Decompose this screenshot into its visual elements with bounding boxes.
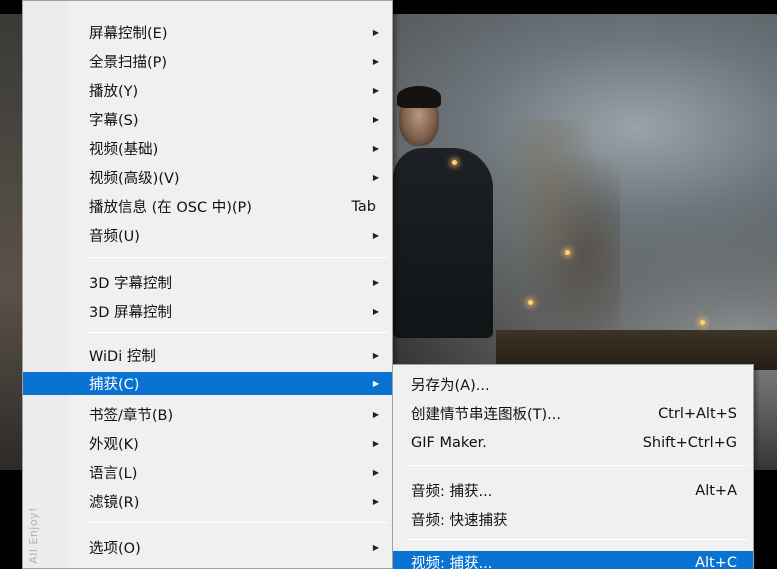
menu-item-pan-scan[interactable]: 全景扫描(P) ▶ [23,50,392,73]
submenu-item-gif-maker[interactable]: GIF Maker. Shift+Ctrl+G [393,431,753,454]
menu-item-shortcut: Alt+C [695,554,737,569]
menu-item-label: 3D 屏幕控制 [89,305,172,321]
menu-item-widi-control[interactable]: WiDi 控制 ▶ [23,344,392,367]
menu-separator [87,522,388,523]
submenu-arrow-icon: ▶ [372,230,379,240]
submenu-item-audio-capture[interactable]: 音频: 捕获... Alt+A [393,479,753,502]
menu-separator [87,257,388,258]
menu-item-label: WiDi 控制 [89,349,156,365]
menu-item-appearance[interactable]: 外观(K) ▶ [23,432,392,455]
menu-item-label: 捕获(C) [89,377,140,393]
submenu-arrow-icon: ▶ [372,409,379,419]
submenu-arrow-icon: ▶ [372,542,379,552]
submenu-arrow-icon: ▶ [372,85,379,95]
capture-submenu: 另存为(A)... 创建情节串连图板(T)... Ctrl+Alt+S GIF … [392,364,754,569]
submenu-item-audio-quick-capture[interactable]: 音频: 快速捕获 [393,508,753,531]
menu-item-playback-info[interactable]: 播放信息 (在 OSC 中)(P) Tab [23,195,392,218]
submenu-arrow-icon: ▶ [372,467,379,477]
menu-item-label: 视频(基础) [89,142,159,158]
menu-item-label: 字幕(S) [89,113,139,129]
menu-item-label: 另存为(A)... [411,378,490,394]
submenu-arrow-icon: ▶ [372,306,379,316]
submenu-item-storyboard[interactable]: 创建情节串连图板(T)... Ctrl+Alt+S [393,402,753,425]
submenu-arrow-icon: ▶ [372,350,379,360]
menu-item-language[interactable]: 语言(L) ▶ [23,461,392,484]
menu-separator [407,539,749,540]
submenu-arrow-icon: ▶ [372,438,379,448]
video-light [565,250,570,255]
menu-item-label: 书签/章节(B) [89,408,174,424]
submenu-item-video-capture[interactable]: 视频: 捕获... Alt+C [393,551,753,569]
menu-item-label: 创建情节串连图板(T)... [411,407,561,423]
submenu-arrow-icon: ▶ [372,277,379,287]
menu-item-shortcut: Alt+A [695,482,737,499]
video-light [528,300,533,305]
menu-item-video-advanced[interactable]: 视频(高级)(V) ▶ [23,166,392,189]
context-menu: All Enjoy! 屏幕控制(E) ▶ 全景扫描(P) ▶ 播放(Y) ▶ 字… [22,0,393,569]
menu-item-shortcut: Shift+Ctrl+G [642,434,737,451]
video-scene-left-edge [0,14,22,470]
menu-item-3d-subtitle-control[interactable]: 3D 字幕控制 ▶ [23,271,392,294]
menu-item-label: 视频: 捕获... [411,556,493,569]
menu-item-audio[interactable]: 音频(U) ▶ [23,224,392,247]
submenu-arrow-icon: ▶ [372,172,379,182]
menu-item-capture[interactable]: 捕获(C) ▶ [23,372,392,395]
menu-item-label: 音频: 捕获... [411,484,493,500]
submenu-arrow-icon: ▶ [372,143,379,153]
menu-item-label: 外观(K) [89,437,139,453]
menu-item-bookmarks-chapters[interactable]: 书签/章节(B) ▶ [23,403,392,426]
submenu-arrow-icon: ▶ [372,496,379,506]
menu-item-shortcut: Ctrl+Alt+S [658,405,737,422]
menu-item-label: 音频: 快速捕获 [411,513,508,529]
menu-item-label: 视频(高级)(V) [89,171,180,187]
menu-item-label: 滤镜(R) [89,495,140,511]
menu-item-filters[interactable]: 滤镜(R) ▶ [23,490,392,513]
menu-item-label: 选项(O) [89,541,141,557]
menu-separator [407,465,749,466]
menu-item-playback[interactable]: 播放(Y) ▶ [23,79,392,102]
menu-item-label: 全景扫描(P) [89,55,168,71]
submenu-arrow-icon: ▶ [372,378,379,388]
video-plant [500,120,620,340]
video-light [452,160,457,165]
menu-item-label: GIF Maker. [411,434,487,451]
menu-item-label: 音频(U) [89,229,140,245]
menu-item-options[interactable]: 选项(O) ▶ [23,536,392,559]
menu-item-label: 播放(Y) [89,84,139,100]
menu-item-shortcut: Tab [351,198,376,215]
submenu-arrow-icon: ▶ [372,56,379,66]
menu-item-label: 屏幕控制(E) [89,26,168,42]
submenu-item-save-as[interactable]: 另存为(A)... [393,373,753,396]
menu-item-video-basic[interactable]: 视频(基础) ▶ [23,137,392,160]
menu-item-label: 3D 字幕控制 [89,276,172,292]
menu-item-3d-screen-control[interactable]: 3D 屏幕控制 ▶ [23,300,392,323]
menu-item-label: 播放信息 (在 OSC 中)(P) [89,200,252,216]
video-light [700,320,705,325]
menu-item-label: 语言(L) [89,466,138,482]
menu-item-subtitles[interactable]: 字幕(S) ▶ [23,108,392,131]
menu-separator [87,332,388,333]
submenu-arrow-icon: ▶ [372,27,379,37]
video-person [393,86,495,340]
menu-item-screen-control[interactable]: 屏幕控制(E) ▶ [23,21,392,44]
submenu-arrow-icon: ▶ [372,114,379,124]
